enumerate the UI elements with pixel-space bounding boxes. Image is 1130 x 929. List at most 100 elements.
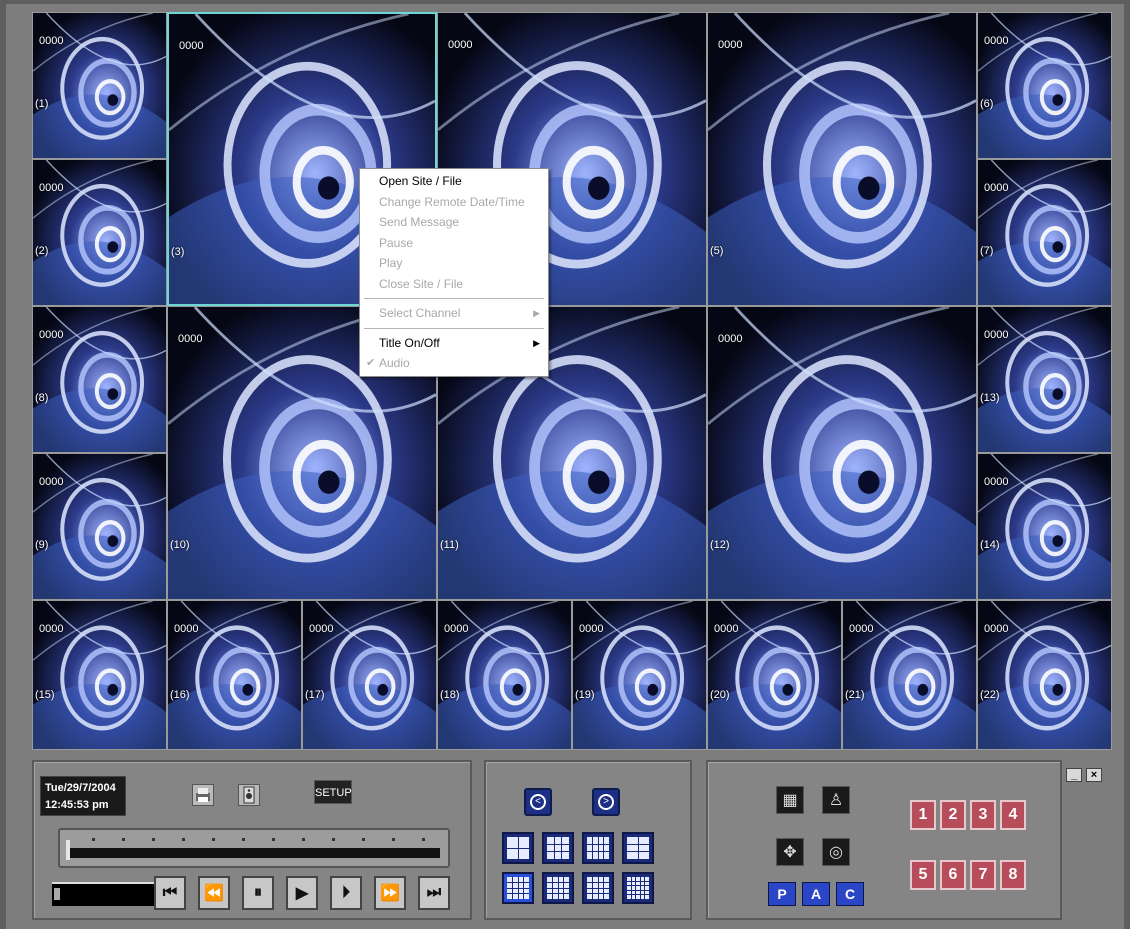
camera-tile[interactable]: 0000 (8) xyxy=(32,306,167,453)
channel-code: 0000 xyxy=(174,623,199,635)
camera-tile[interactable]: 0000 (2) xyxy=(32,159,167,306)
channel-number: (2) xyxy=(35,245,49,257)
layout-button[interactable] xyxy=(542,872,574,904)
channel-number: (20) xyxy=(710,689,730,701)
channel-number: (14) xyxy=(980,539,1000,551)
channel-code: 0000 xyxy=(984,35,1009,47)
menu-item: Play xyxy=(360,253,548,274)
layout-button[interactable] xyxy=(502,872,534,904)
submenu-arrow-icon: ▶ xyxy=(533,337,540,348)
menu-item: Change Remote Date/Time xyxy=(360,192,548,213)
camera-7-button[interactable]: 7 xyxy=(970,860,996,890)
camera-6-button[interactable]: 6 xyxy=(940,860,966,890)
camera-tile[interactable]: 0000 (9) xyxy=(32,453,167,600)
camera-tile[interactable]: 0000 (5) xyxy=(707,12,977,306)
layout-button[interactable] xyxy=(582,872,614,904)
person-icon[interactable]: ♙ xyxy=(822,786,850,814)
menu-item-label: Title On/Off xyxy=(379,335,440,350)
menu-item-label: Pause xyxy=(379,235,414,250)
speed-slider[interactable] xyxy=(52,882,154,906)
camera-3-button[interactable]: 3 xyxy=(970,800,996,830)
layout-button[interactable] xyxy=(622,832,654,864)
channel-number: (12) xyxy=(710,539,730,551)
previous-page-button[interactable]: < xyxy=(524,788,552,816)
play-icon[interactable]: ▶ xyxy=(286,876,318,910)
channel-number: (8) xyxy=(35,392,49,404)
camera-1-button[interactable]: 1 xyxy=(910,800,936,830)
menu-item-label: Send Message xyxy=(379,215,460,229)
channel-number: (16) xyxy=(170,689,190,701)
camera-tile[interactable]: 0000 (13) xyxy=(977,306,1112,453)
channel-code: 0000 xyxy=(579,623,604,635)
datetime-display: Tue/29/7/2004 12:45:53 pm xyxy=(40,776,126,816)
skip-end-icon[interactable]: ⏭ xyxy=(418,876,450,910)
channel-code: 0000 xyxy=(309,623,334,635)
preset-p-button[interactable]: P xyxy=(768,882,796,906)
timeline-slider[interactable] xyxy=(58,828,450,868)
preset-c-button[interactable]: C xyxy=(836,882,864,906)
menu-item: Close Site / File xyxy=(360,274,548,295)
camera-tile[interactable]: 0000 (22) xyxy=(977,600,1112,750)
menu-item[interactable]: Title On/Off ▶ xyxy=(360,333,548,354)
setup-button[interactable]: SETUP xyxy=(314,780,352,804)
camera-8-button[interactable]: 8 xyxy=(1000,860,1026,890)
layout-button[interactable] xyxy=(622,872,654,904)
zoom-in-icon[interactable]: ▦ xyxy=(776,786,804,814)
camera-4-button[interactable]: 4 xyxy=(1000,800,1026,830)
menu-item: ✔ Audio xyxy=(360,353,548,374)
layout-button[interactable] xyxy=(582,832,614,864)
preset-a-button[interactable]: A xyxy=(802,882,830,906)
next-page-button[interactable]: > xyxy=(592,788,620,816)
menu-item-label: Open Site / File xyxy=(379,174,462,188)
pause-icon[interactable]: ⏸ xyxy=(242,876,274,910)
channel-code: 0000 xyxy=(448,39,473,51)
menu-item-label: Select Channel xyxy=(379,306,461,320)
playback-panel: Tue/29/7/2004 12:45:53 pm SETUP ⏮ ⏪ ⏸ ▶ ⏵ ⏩ ⏭ xyxy=(32,760,472,920)
camera-tile[interactable]: 0000 (15) xyxy=(32,600,167,750)
step-forward-icon[interactable]: ⏵ xyxy=(330,876,362,910)
channel-code: 0000 xyxy=(714,623,739,635)
channel-code: 0000 xyxy=(984,623,1009,635)
camera-tile[interactable]: 0000 (20) xyxy=(707,600,842,750)
focus-icon[interactable]: ◎ xyxy=(822,838,850,866)
channel-number: (1) xyxy=(35,98,49,110)
camera-tile[interactable]: 0000 (12) xyxy=(707,306,977,600)
channel-code: 0000 xyxy=(39,476,64,488)
channel-code: 0000 xyxy=(984,182,1009,194)
channel-code: 0000 xyxy=(39,329,64,341)
channel-number: (22) xyxy=(980,689,1000,701)
channel-code: 0000 xyxy=(984,329,1009,341)
print-icon[interactable] xyxy=(192,784,214,806)
move-icon[interactable]: ✥ xyxy=(776,838,804,866)
ptz-panel: ▦ ♙ ✥ ◎ PAC 1234 5678 xyxy=(706,760,1062,920)
camera-tile[interactable]: 0000 (18) xyxy=(437,600,572,750)
camera-tile[interactable]: 0000 (21) xyxy=(842,600,977,750)
camera-tile[interactable]: 0000 (19) xyxy=(572,600,707,750)
camera-tile[interactable]: 0000 (17) xyxy=(302,600,437,750)
submenu-arrow-icon: ▶ xyxy=(533,308,540,318)
camera-tile[interactable]: 0000 (6) xyxy=(977,12,1112,159)
speed-handle[interactable] xyxy=(54,888,60,900)
camera-tile[interactable]: 0000 (14) xyxy=(977,453,1112,600)
context-menu: Open Site / File Change Remote Date/Time S… xyxy=(359,168,549,377)
close-button[interactable]: × xyxy=(1086,768,1102,782)
fast-forward-icon[interactable]: ⏩ xyxy=(374,876,406,910)
skip-start-icon[interactable]: ⏮ xyxy=(154,876,186,910)
channel-number: (9) xyxy=(35,539,49,551)
camera-tile[interactable]: 0000 (1) xyxy=(32,12,167,159)
window-controls: _ × xyxy=(1066,768,1102,782)
rewind-icon[interactable]: ⏪ xyxy=(198,876,230,910)
speaker-icon[interactable] xyxy=(238,784,260,806)
channel-number: (15) xyxy=(35,689,55,701)
camera-2-button[interactable]: 2 xyxy=(940,800,966,830)
check-icon: ✔ xyxy=(366,357,376,369)
timeline-handle[interactable] xyxy=(66,840,70,860)
camera-tile[interactable]: 0000 (16) xyxy=(167,600,302,750)
layout-button[interactable] xyxy=(502,832,534,864)
menu-item[interactable]: Open Site / File xyxy=(360,171,548,192)
camera-tile[interactable]: 0000 (7) xyxy=(977,159,1112,306)
channel-code: 0000 xyxy=(179,40,204,52)
minimize-button[interactable]: _ xyxy=(1066,768,1082,782)
camera-5-button[interactable]: 5 xyxy=(910,860,936,890)
layout-button[interactable] xyxy=(542,832,574,864)
